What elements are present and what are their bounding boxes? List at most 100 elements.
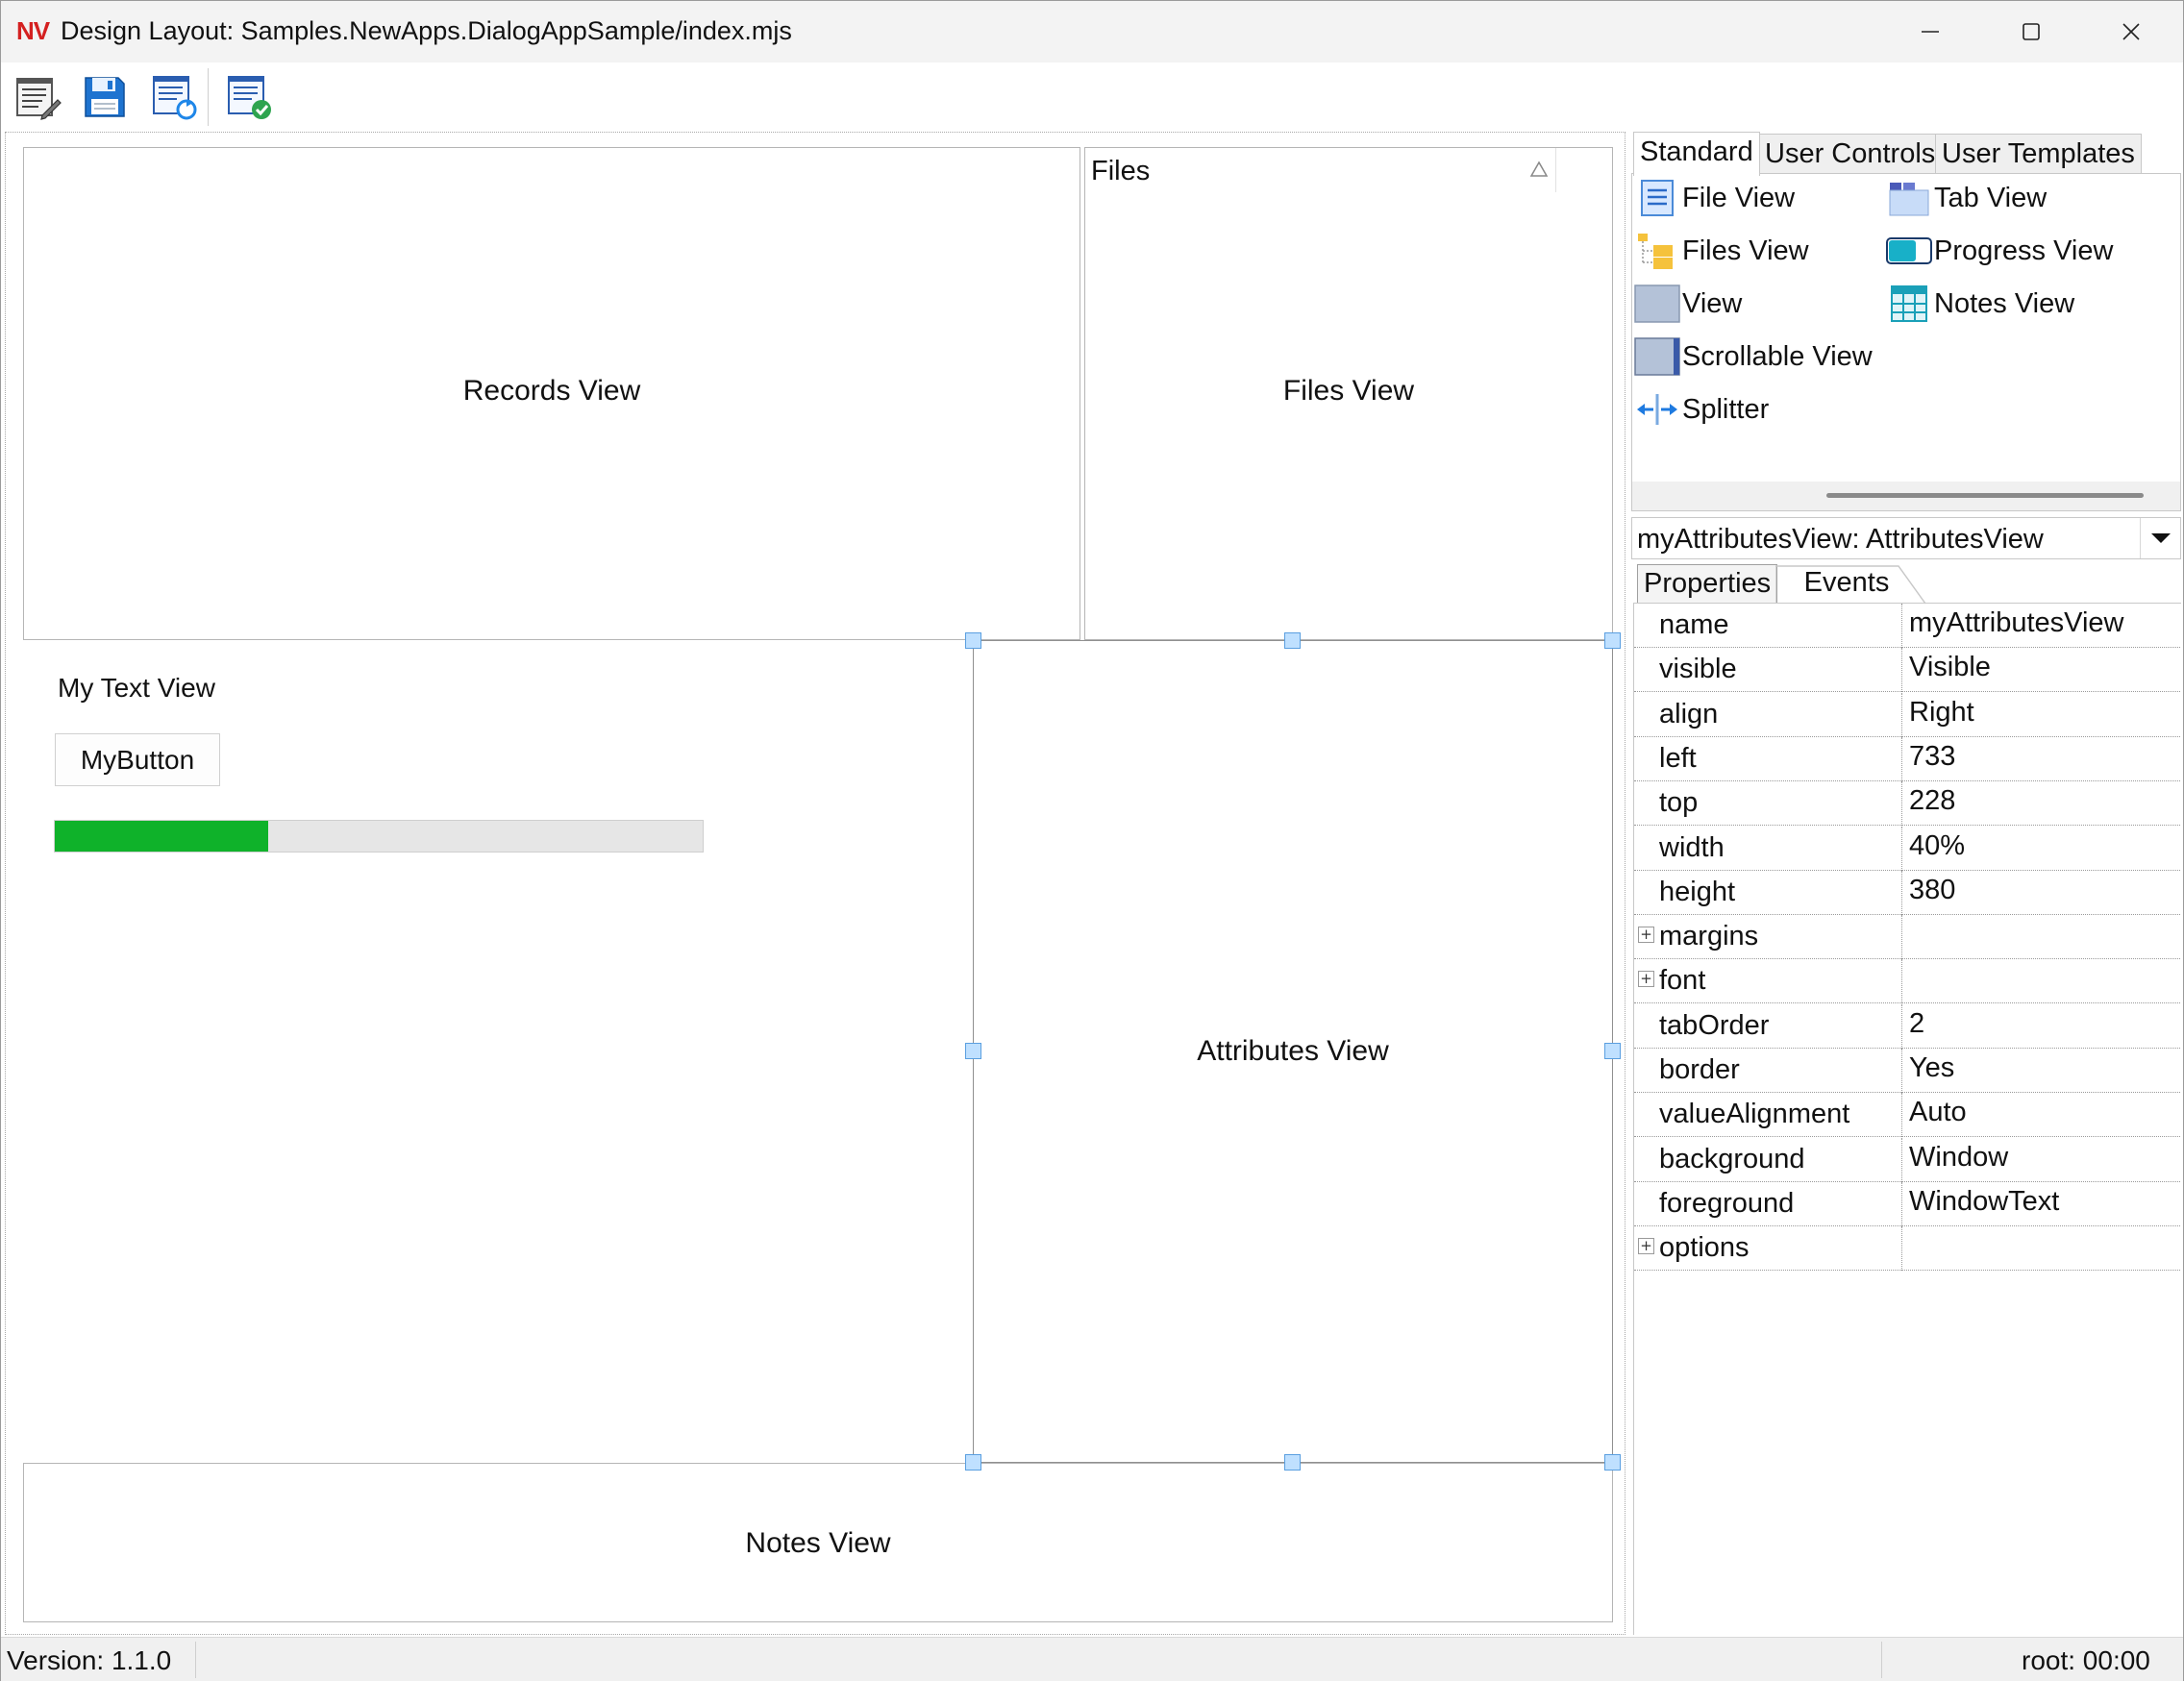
property-row-options[interactable]: + options — [1634, 1226, 2180, 1271]
edit-list-button[interactable] — [11, 70, 64, 124]
text-view[interactable]: My Text View — [58, 673, 215, 704]
property-column-divider — [1901, 959, 1902, 1003]
property-row-font[interactable]: + font — [1634, 959, 2180, 1003]
property-value[interactable]: Window — [1909, 1142, 2008, 1174]
property-row-name[interactable]: name myAttributesView — [1634, 604, 2180, 648]
property-row-taborder[interactable]: tabOrder 2 — [1634, 1004, 2180, 1049]
minimize-button[interactable] — [1880, 1, 1980, 62]
property-value[interactable]: 40% — [1909, 830, 1965, 862]
property-column-divider — [1901, 1182, 1902, 1226]
property-row-height[interactable]: height 380 — [1634, 871, 2180, 915]
tab-standard[interactable]: Standard — [1633, 132, 1760, 176]
object-selector[interactable]: myAttributesView: AttributesView — [1631, 517, 2181, 559]
property-row-foreground[interactable]: foreground WindowText — [1634, 1182, 2180, 1226]
palette-item-splitter[interactable]: Splitter — [1634, 385, 1769, 433]
resize-handle-top-left[interactable] — [965, 632, 981, 649]
resize-handle-right[interactable] — [1604, 1043, 1621, 1059]
tab-user-templates[interactable]: User Templates — [1935, 134, 2142, 174]
resize-handle-bottom-right[interactable] — [1604, 1454, 1621, 1471]
save-button[interactable] — [78, 70, 132, 124]
property-name: options — [1659, 1232, 1750, 1263]
save-icon — [85, 77, 125, 117]
resize-handle-bottom[interactable] — [1284, 1454, 1301, 1471]
files-view[interactable]: Files Files View — [1084, 147, 1613, 640]
resize-handle-bottom-left[interactable] — [965, 1454, 981, 1471]
property-column-divider — [1901, 1049, 1902, 1093]
palette-item-file-view[interactable]: File View — [1634, 174, 1795, 222]
property-name: border — [1659, 1054, 1740, 1085]
palette-item-view[interactable]: View — [1634, 280, 1742, 328]
property-row-top[interactable]: top 228 — [1634, 781, 2180, 826]
property-value[interactable]: 733 — [1909, 741, 1955, 773]
property-row-align[interactable]: align Right — [1634, 693, 2180, 737]
validate-list-icon — [228, 76, 271, 119]
property-row-width[interactable]: width 40% — [1634, 827, 2180, 871]
scrollable-view-icon — [1634, 335, 1680, 378]
property-row-left[interactable]: left 733 — [1634, 737, 2180, 781]
property-value[interactable]: WindowText — [1909, 1186, 2059, 1218]
property-value[interactable]: Right — [1909, 697, 1974, 729]
property-name: margins — [1659, 921, 1759, 952]
tab-events[interactable]: Events — [1779, 564, 1914, 603]
property-value[interactable]: Yes — [1909, 1052, 1954, 1084]
palette-item-label: Tab View — [1934, 182, 2048, 213]
property-column-divider — [1901, 737, 1902, 781]
dropdown-arrow-button[interactable] — [2140, 518, 2180, 558]
file-view-icon — [1634, 177, 1680, 219]
records-view-label: Records View — [462, 375, 641, 407]
my-button[interactable]: MyButton — [55, 733, 220, 786]
version-label: Version: 1.1.0 — [7, 1645, 172, 1675]
property-name: valueAlignment — [1659, 1099, 1850, 1129]
design-canvas[interactable]: Records View Files Files View Attributes… — [5, 132, 1626, 1635]
control-palette: File View Files View View Scrollable Vie… — [1631, 173, 2181, 511]
status-separator — [195, 1642, 196, 1678]
palette-item-progress-view[interactable]: Progress View — [1886, 227, 2113, 275]
property-name: left — [1659, 743, 1697, 774]
edit-list-icon — [16, 78, 62, 120]
progress-view[interactable] — [54, 820, 704, 853]
palette-item-label: View — [1682, 287, 1743, 319]
records-view[interactable]: Records View — [23, 147, 1080, 640]
property-row-background[interactable]: background Window — [1634, 1138, 2180, 1182]
files-column-label: Files — [1091, 156, 1151, 186]
resize-handle-top-right[interactable] — [1604, 632, 1621, 649]
close-button[interactable] — [2081, 1, 2181, 62]
selected-object-name: myAttributesView: AttributesView — [1637, 524, 2044, 555]
property-column-divider — [1901, 1138, 1902, 1182]
property-column-divider — [1901, 827, 1902, 871]
palette-item-scrollable-view[interactable]: Scrollable View — [1634, 333, 1873, 381]
property-row-border[interactable]: border Yes — [1634, 1049, 2180, 1093]
property-row-visible[interactable]: visible Visible — [1634, 648, 2180, 692]
designer-window: NV Design Layout: Samples.NewApps.Dialog… — [0, 0, 2184, 1681]
palette-item-files-view[interactable]: Files View — [1634, 227, 1809, 275]
property-value[interactable]: myAttributesView — [1909, 607, 2124, 639]
property-value[interactable]: 2 — [1909, 1008, 1924, 1040]
maximize-button[interactable] — [1981, 1, 2081, 62]
property-column-divider — [1901, 871, 1902, 915]
expand-plus-icon[interactable]: + — [1638, 1238, 1654, 1254]
resize-handle-left[interactable] — [965, 1043, 981, 1059]
property-value[interactable]: 380 — [1909, 875, 1955, 906]
refresh-list-button[interactable] — [147, 70, 201, 124]
palette-scrollbar[interactable] — [1826, 493, 2144, 498]
property-column-divider — [1901, 781, 1902, 826]
resize-handle-top[interactable] — [1284, 632, 1301, 649]
palette-item-label: File View — [1682, 182, 1796, 213]
attributes-view[interactable]: Attributes View — [973, 640, 1613, 1463]
expand-plus-icon[interactable]: + — [1638, 971, 1654, 987]
property-name: background — [1659, 1144, 1805, 1174]
validate-list-button[interactable] — [222, 70, 276, 124]
tab-view-icon — [1886, 177, 1932, 219]
palette-item-notes-view[interactable]: Notes View — [1886, 280, 2074, 328]
property-row-margins[interactable]: + margins — [1634, 915, 2180, 959]
tab-user-controls[interactable]: User Controls — [1758, 134, 1943, 174]
property-row-valuealignment[interactable]: valueAlignment Auto — [1634, 1093, 2180, 1137]
property-value[interactable]: Auto — [1909, 1097, 1967, 1128]
tab-properties[interactable]: Properties — [1637, 564, 1778, 603]
notes-view[interactable]: Notes View — [23, 1463, 1613, 1622]
property-value[interactable]: 228 — [1909, 785, 1955, 817]
palette-item-tab-view[interactable]: Tab View — [1886, 174, 2047, 222]
property-value[interactable]: Visible — [1909, 652, 1991, 683]
expand-plus-icon[interactable]: + — [1638, 927, 1654, 943]
files-column-header[interactable]: Files — [1085, 148, 1556, 192]
